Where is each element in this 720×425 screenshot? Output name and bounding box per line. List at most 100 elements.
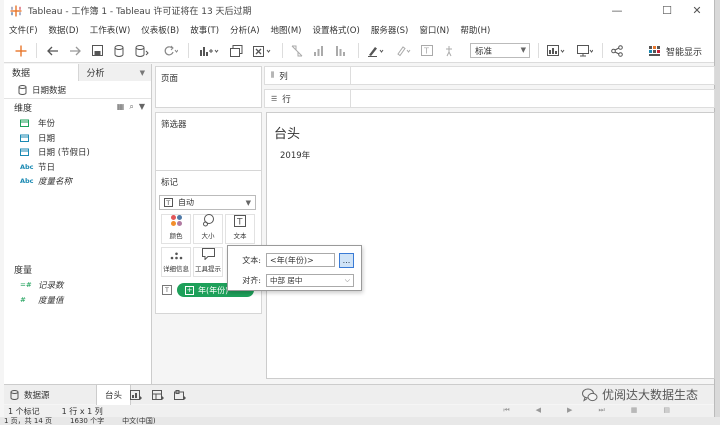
field-date-holiday[interactable]: 日期 (节假日) bbox=[4, 145, 151, 160]
color-label: 颜色 bbox=[169, 232, 183, 240]
svg-text:T: T bbox=[423, 47, 429, 56]
show-labels-icon[interactable]: T bbox=[418, 42, 436, 59]
new-worksheet-tab-icon[interactable] bbox=[130, 385, 142, 405]
rows-label: 行 bbox=[282, 94, 291, 105]
field-measure-names[interactable]: Abc 度量名称 bbox=[4, 174, 151, 189]
prev-sheet-icon[interactable]: ◀ bbox=[536, 406, 541, 415]
text-options-popup: 文本: <年(年份)> ... 对齐: 中部 居中 ⌵ bbox=[227, 245, 362, 291]
field-record-count[interactable]: =# 记录数 bbox=[4, 278, 152, 293]
undo-icon[interactable] bbox=[44, 42, 62, 59]
word-status-bar: 1 页，共 14 页 1630 个字 中文(中国) bbox=[0, 417, 720, 425]
last-sheet-icon[interactable]: ⏭ bbox=[598, 406, 604, 415]
rows-shelf[interactable]: ☰ 行 bbox=[264, 89, 715, 108]
show-cards-icon[interactable] bbox=[544, 42, 570, 59]
menu-map[interactable]: 地图(M) bbox=[271, 24, 302, 36]
field-name: 年份 bbox=[38, 119, 56, 130]
data-pane: 数据 分析 ▼ 日期数据 维度 ▦ ⌕ ▼ 年份 日期 日期 (节假日) Abc… bbox=[4, 64, 152, 384]
minimize-button[interactable]: — bbox=[600, 0, 634, 21]
menu-data[interactable]: 数据(D) bbox=[49, 24, 79, 36]
tab-datasource-label: 数据源 bbox=[24, 391, 50, 401]
menu-story[interactable]: 故事(T) bbox=[190, 24, 219, 36]
pages-card[interactable]: 页面 bbox=[155, 66, 262, 108]
chevron-down-icon: ▼ bbox=[139, 68, 145, 77]
datasource-item[interactable]: 日期数据 bbox=[4, 81, 151, 99]
detail-label: 详细信息 bbox=[163, 265, 189, 273]
columns-label: 列 bbox=[279, 71, 288, 82]
align-select[interactable]: 中部 居中 ⌵ bbox=[266, 273, 354, 287]
field-date[interactable]: 日期 bbox=[4, 131, 151, 146]
save-icon[interactable] bbox=[88, 42, 106, 59]
menu-file[interactable]: 文件(F) bbox=[9, 24, 38, 36]
menu-window[interactable]: 窗口(N) bbox=[419, 24, 449, 36]
highlight-icon[interactable] bbox=[364, 42, 388, 59]
sheet-grid-icon[interactable]: ▦ bbox=[631, 406, 638, 415]
align-row: 对齐: 中部 居中 ⌵ bbox=[232, 273, 359, 287]
duplicate-sheet-icon[interactable] bbox=[226, 42, 246, 59]
color-button[interactable]: 颜色 bbox=[161, 214, 191, 244]
clear-sheet-icon[interactable] bbox=[250, 42, 276, 59]
group-members-icon[interactable] bbox=[392, 42, 414, 59]
view-toggle-icon[interactable]: ▦ bbox=[117, 102, 125, 112]
window-title: Tableau - 工作簿 1 - Tableau 许可证将在 13 天后过期 bbox=[28, 7, 252, 17]
tableau-home-icon[interactable] bbox=[12, 42, 30, 59]
toolbar-separator bbox=[602, 43, 603, 58]
redo-icon[interactable] bbox=[66, 42, 84, 59]
close-button[interactable]: ✕ bbox=[680, 0, 714, 21]
presentation-mode-icon[interactable] bbox=[574, 42, 596, 59]
chevron-down-icon: ▼ bbox=[245, 198, 251, 207]
chevron-down-icon[interactable]: ▼ bbox=[139, 102, 145, 112]
swap-rows-columns-icon[interactable] bbox=[288, 42, 306, 59]
share-icon[interactable] bbox=[608, 42, 626, 59]
view-title[interactable]: 台头 bbox=[274, 123, 300, 142]
tab-analysis[interactable]: 分析 ▼ bbox=[77, 64, 151, 81]
field-year[interactable]: 年份 bbox=[4, 116, 151, 131]
tab-sheet[interactable]: 台头 bbox=[96, 385, 132, 405]
detail-button[interactable]: 详细信息 bbox=[161, 247, 191, 277]
fix-axes-icon[interactable] bbox=[440, 42, 458, 59]
new-story-tab-icon[interactable] bbox=[174, 385, 186, 405]
fit-select[interactable]: 标准 ▼ bbox=[470, 43, 530, 58]
menu-analysis[interactable]: 分析(A) bbox=[230, 24, 259, 36]
menu-server[interactable]: 服务器(S) bbox=[371, 24, 409, 36]
size-button[interactable]: 大小 bbox=[193, 214, 223, 244]
pause-updates-icon[interactable] bbox=[132, 42, 152, 59]
text-input[interactable]: <年(年份)> bbox=[266, 253, 335, 267]
menu-help[interactable]: 帮助(H) bbox=[460, 24, 490, 36]
datasource-name: 日期数据 bbox=[32, 85, 67, 96]
sort-ascending-icon[interactable] bbox=[310, 42, 328, 59]
search-icon[interactable]: ⌕ bbox=[129, 102, 133, 112]
new-worksheet-icon[interactable] bbox=[196, 42, 222, 59]
toolbar-separator bbox=[538, 43, 539, 58]
new-dashboard-tab-icon[interactable] bbox=[152, 385, 164, 405]
page-count: 1 页，共 14 页 bbox=[4, 417, 53, 425]
columns-shelf[interactable]: ⫼ 列 bbox=[264, 66, 715, 85]
view-text-mark[interactable]: 2019年 bbox=[280, 149, 310, 161]
toolbar-separator bbox=[358, 43, 359, 58]
field-measure-values[interactable]: # 度量值 bbox=[4, 293, 152, 308]
watermark-text: 优阅达大数据生态 bbox=[601, 388, 698, 402]
mark-type-select[interactable]: T 自动 ▼ bbox=[159, 195, 256, 210]
tooltip-icon bbox=[201, 248, 215, 260]
abc-icon: Abc bbox=[20, 177, 34, 186]
edit-text-button[interactable]: ... bbox=[339, 252, 354, 268]
text-button[interactable]: T 文本 bbox=[225, 214, 255, 244]
field-holiday[interactable]: Abc 节日 bbox=[4, 160, 151, 175]
menu-format[interactable]: 设置格式(O) bbox=[312, 24, 359, 36]
tab-data[interactable]: 数据 bbox=[4, 64, 78, 81]
new-datasource-icon[interactable] bbox=[110, 42, 128, 59]
first-sheet-icon[interactable]: ⏮ bbox=[503, 406, 509, 415]
sort-descending-icon[interactable] bbox=[332, 42, 350, 59]
maximize-button[interactable]: ☐ bbox=[650, 0, 684, 21]
tab-datasource[interactable]: 数据源 bbox=[10, 385, 50, 405]
filmstrip-icon[interactable]: ▤ bbox=[663, 406, 670, 415]
filters-card[interactable]: 筛选器 bbox=[155, 112, 262, 176]
smart-show-button[interactable]: 智能显示 bbox=[649, 43, 702, 59]
database-icon bbox=[18, 84, 27, 95]
menu-worksheet[interactable]: 工作表(W) bbox=[90, 24, 131, 36]
text-row: 文本: <年(年份)> ... bbox=[232, 252, 359, 268]
next-sheet-icon[interactable]: ▶ bbox=[567, 406, 572, 415]
refresh-icon[interactable] bbox=[158, 42, 182, 59]
rows-icon: ☰ bbox=[271, 94, 278, 103]
menu-dashboard[interactable]: 仪表板(B) bbox=[141, 24, 179, 36]
tooltip-button[interactable]: 工具提示 bbox=[193, 247, 223, 277]
